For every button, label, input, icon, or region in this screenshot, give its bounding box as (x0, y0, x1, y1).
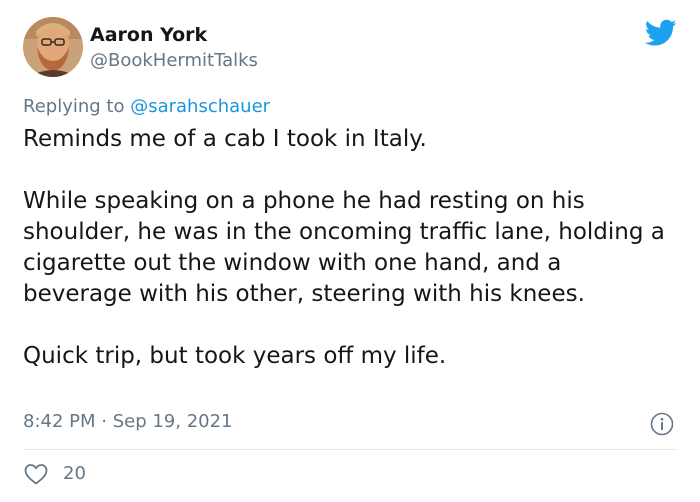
reply-mention-link[interactable]: @sarahschauer (130, 96, 270, 117)
tweet-paragraph: Quick trip, but took years off my life. (23, 343, 447, 369)
avatar[interactable] (23, 17, 83, 77)
timestamp-separator: · (95, 411, 113, 432)
twitter-bird-icon[interactable] (645, 19, 677, 47)
tweet-paragraph: While speaking on a phone he had resting… (23, 188, 665, 307)
like-button[interactable]: 20 (23, 460, 86, 488)
tweet-text: Reminds me of a cab I took in Italy. Whi… (23, 124, 673, 372)
author-handle[interactable]: @BookHermitTalks (90, 48, 258, 74)
replying-to-label: Replying to (23, 96, 131, 117)
avatar-photo (23, 17, 83, 77)
heart-icon (24, 464, 48, 485)
info-icon[interactable] (650, 412, 674, 436)
tweet-card: Aaron York @BookHermitTalks Replying to … (0, 0, 700, 502)
tweet-time: 8:42 PM (23, 411, 96, 432)
like-count: 20 (63, 463, 86, 484)
replying-to: Replying to @sarahschauer (23, 94, 270, 120)
tweet-timestamp[interactable]: 8:42 PM · Sep 19, 2021 (23, 409, 233, 435)
author-display-name[interactable]: Aaron York (90, 22, 207, 48)
tweet-date: Sep 19, 2021 (112, 411, 233, 432)
divider (23, 449, 677, 450)
tweet-paragraph: Reminds me of a cab I took in Italy. (23, 126, 427, 152)
